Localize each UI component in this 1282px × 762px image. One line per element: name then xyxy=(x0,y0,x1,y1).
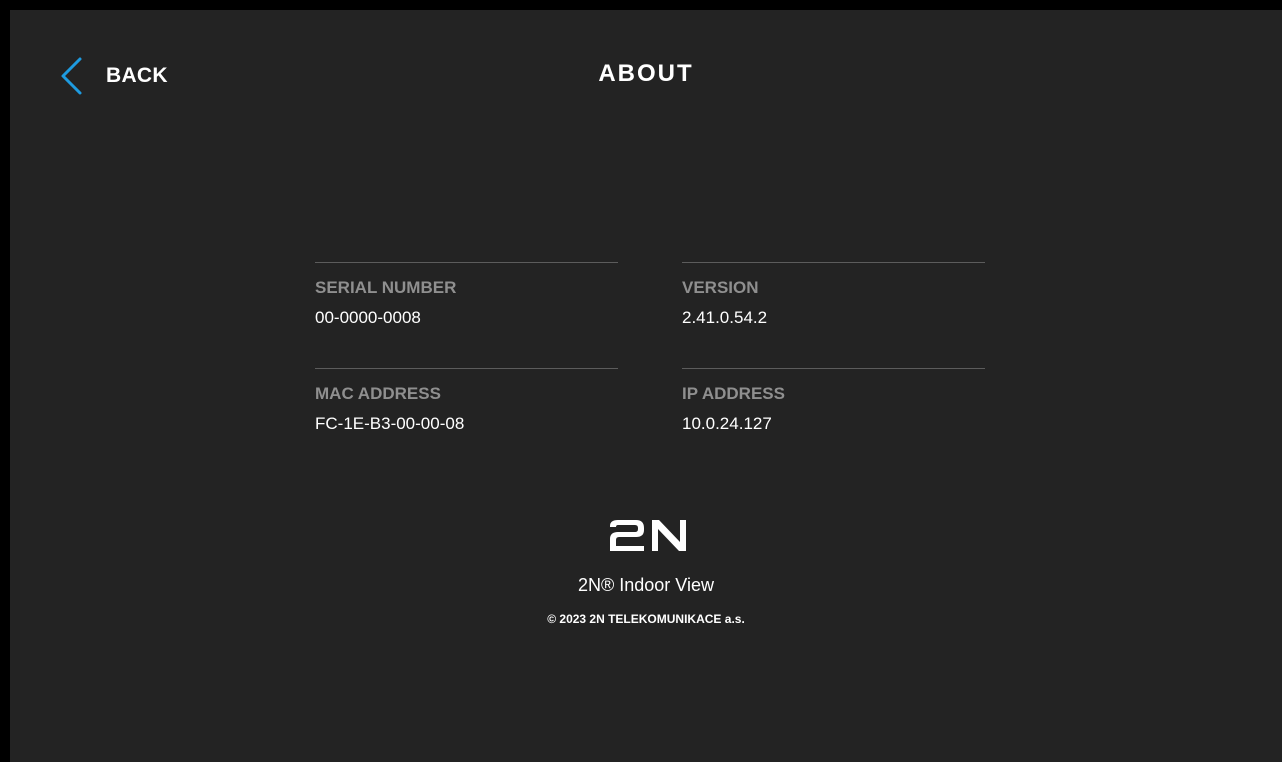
ip-address-label: IP ADDRESS xyxy=(682,384,785,403)
version-label: VERSION xyxy=(682,278,759,297)
mac-address-label: MAC ADDRESS xyxy=(315,384,441,403)
ip-address-value: 10.0.24.127 xyxy=(682,414,772,433)
product-name: 2N® Indoor View xyxy=(577,575,714,595)
version-item: VERSION 2.41.0.54.2 xyxy=(682,262,985,328)
version-value: 2.41.0.54.2 xyxy=(682,308,768,327)
copyright-text: © 2023 2N TELEKOMUNIKACE a.s. xyxy=(547,612,745,626)
page-title: ABOUT xyxy=(598,60,694,87)
serial-number-value: 00-0000-0008 xyxy=(315,308,421,327)
mac-address-item: MAC ADDRESS FC-1E-B3-00-00-08 xyxy=(315,368,618,434)
device-frame: BACK ABOUT SERIAL NUMBER 00-0000-0008 VE… xyxy=(0,0,1282,762)
serial-number-label: SERIAL NUMBER xyxy=(315,278,457,297)
2n-logo xyxy=(610,520,686,551)
serial-number-item: SERIAL NUMBER 00-0000-0008 xyxy=(315,262,618,328)
about-screen: BACK ABOUT SERIAL NUMBER 00-0000-0008 VE… xyxy=(10,10,1282,762)
ip-address-item: IP ADDRESS 10.0.24.127 xyxy=(682,368,985,434)
mac-address-value: FC-1E-B3-00-00-08 xyxy=(315,414,465,433)
